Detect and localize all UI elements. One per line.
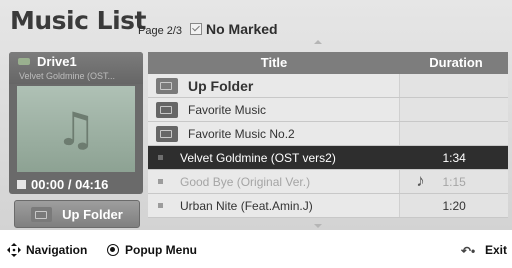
list-item-folder[interactable]: Favorite Music bbox=[148, 98, 508, 122]
marked-status-label: No Marked bbox=[206, 21, 278, 37]
help-bar: Navigation Popup Menu ↶• Exit bbox=[0, 240, 512, 264]
music-list-panel: Music List Page 2/3 No Marked Drive1 Vel… bbox=[0, 0, 512, 230]
playback-time: 00:00 / 04:16 bbox=[31, 176, 109, 192]
checkbox-icon bbox=[190, 23, 202, 35]
page-indicator: Page 2/3 bbox=[138, 25, 183, 37]
up-folder-icon bbox=[31, 206, 53, 222]
list-item-up-folder[interactable]: Up Folder bbox=[148, 74, 508, 98]
music-file-list: Title Duration Up Folder Favorite Music … bbox=[148, 52, 508, 226]
folder-icon bbox=[156, 125, 178, 142]
now-playing-note-icon: ♪ bbox=[416, 171, 425, 190]
column-header-title: Title bbox=[260, 55, 288, 70]
column-header-duration: Duration bbox=[429, 55, 483, 70]
music-note-icon: ♫ bbox=[55, 102, 97, 156]
navigation-hint: Navigation bbox=[26, 243, 88, 257]
now-playing-song: Velvet Goldmine (OST... bbox=[19, 71, 116, 81]
list-item-title: Urban Nite (Feat.Amin.J) bbox=[180, 198, 313, 213]
drive-header: Drive1 Velvet Goldmine (OST... bbox=[9, 52, 143, 84]
list-item-folder[interactable]: Favorite Music No.2 bbox=[148, 122, 508, 146]
drive-name: Drive1 bbox=[37, 54, 77, 69]
list-item[interactable]: Urban Nite (Feat.Amin.J) 1:20 bbox=[148, 194, 508, 218]
list-item-duration: 1:15 bbox=[442, 174, 466, 189]
marked-status: No Marked bbox=[190, 21, 278, 37]
list-item-title: Good Bye (Original Ver.) bbox=[180, 174, 311, 189]
list-item-duration: 1:20 bbox=[442, 198, 466, 213]
scroll-up-arrow-icon[interactable] bbox=[314, 40, 322, 44]
folder-icon bbox=[156, 101, 178, 118]
now-playing-panel: Drive1 Velvet Goldmine (OST... ♫ 00:00 /… bbox=[9, 52, 143, 194]
up-folder-button[interactable]: Up Folder bbox=[14, 200, 140, 228]
up-folder-icon bbox=[156, 77, 178, 94]
stop-icon bbox=[17, 179, 26, 189]
list-item-title: Favorite Music bbox=[188, 102, 267, 117]
navigation-arrows-icon bbox=[7, 243, 21, 257]
exit-return-icon: ↶• bbox=[461, 244, 476, 258]
file-marker-icon bbox=[158, 203, 163, 208]
playback-status: 00:00 / 04:16 bbox=[9, 174, 143, 194]
up-folder-button-label: Up Folder bbox=[62, 206, 123, 222]
list-item-title: Up Folder bbox=[188, 77, 254, 94]
album-art: ♫ bbox=[17, 86, 135, 172]
list-item-title: Velvet Goldmine (OST vers2) bbox=[180, 150, 336, 165]
page-title: Music List bbox=[10, 6, 146, 35]
list-header: Title Duration bbox=[148, 52, 508, 74]
list-item-selected[interactable]: Velvet Goldmine (OST vers2) 1:34 bbox=[148, 146, 508, 170]
file-marker-icon bbox=[158, 155, 163, 160]
ok-button-icon bbox=[107, 244, 119, 256]
usb-drive-icon bbox=[18, 58, 30, 65]
popup-menu-hint: Popup Menu bbox=[125, 243, 197, 257]
file-marker-icon bbox=[158, 179, 163, 184]
scroll-down-arrow-icon[interactable] bbox=[314, 224, 322, 228]
list-item-duration: 1:34 bbox=[442, 150, 466, 165]
exit-hint[interactable]: Exit bbox=[485, 243, 507, 257]
list-item-playing[interactable]: Good Bye (Original Ver.) ♪ 1:15 bbox=[148, 170, 508, 194]
list-item-title: Favorite Music No.2 bbox=[188, 126, 295, 141]
